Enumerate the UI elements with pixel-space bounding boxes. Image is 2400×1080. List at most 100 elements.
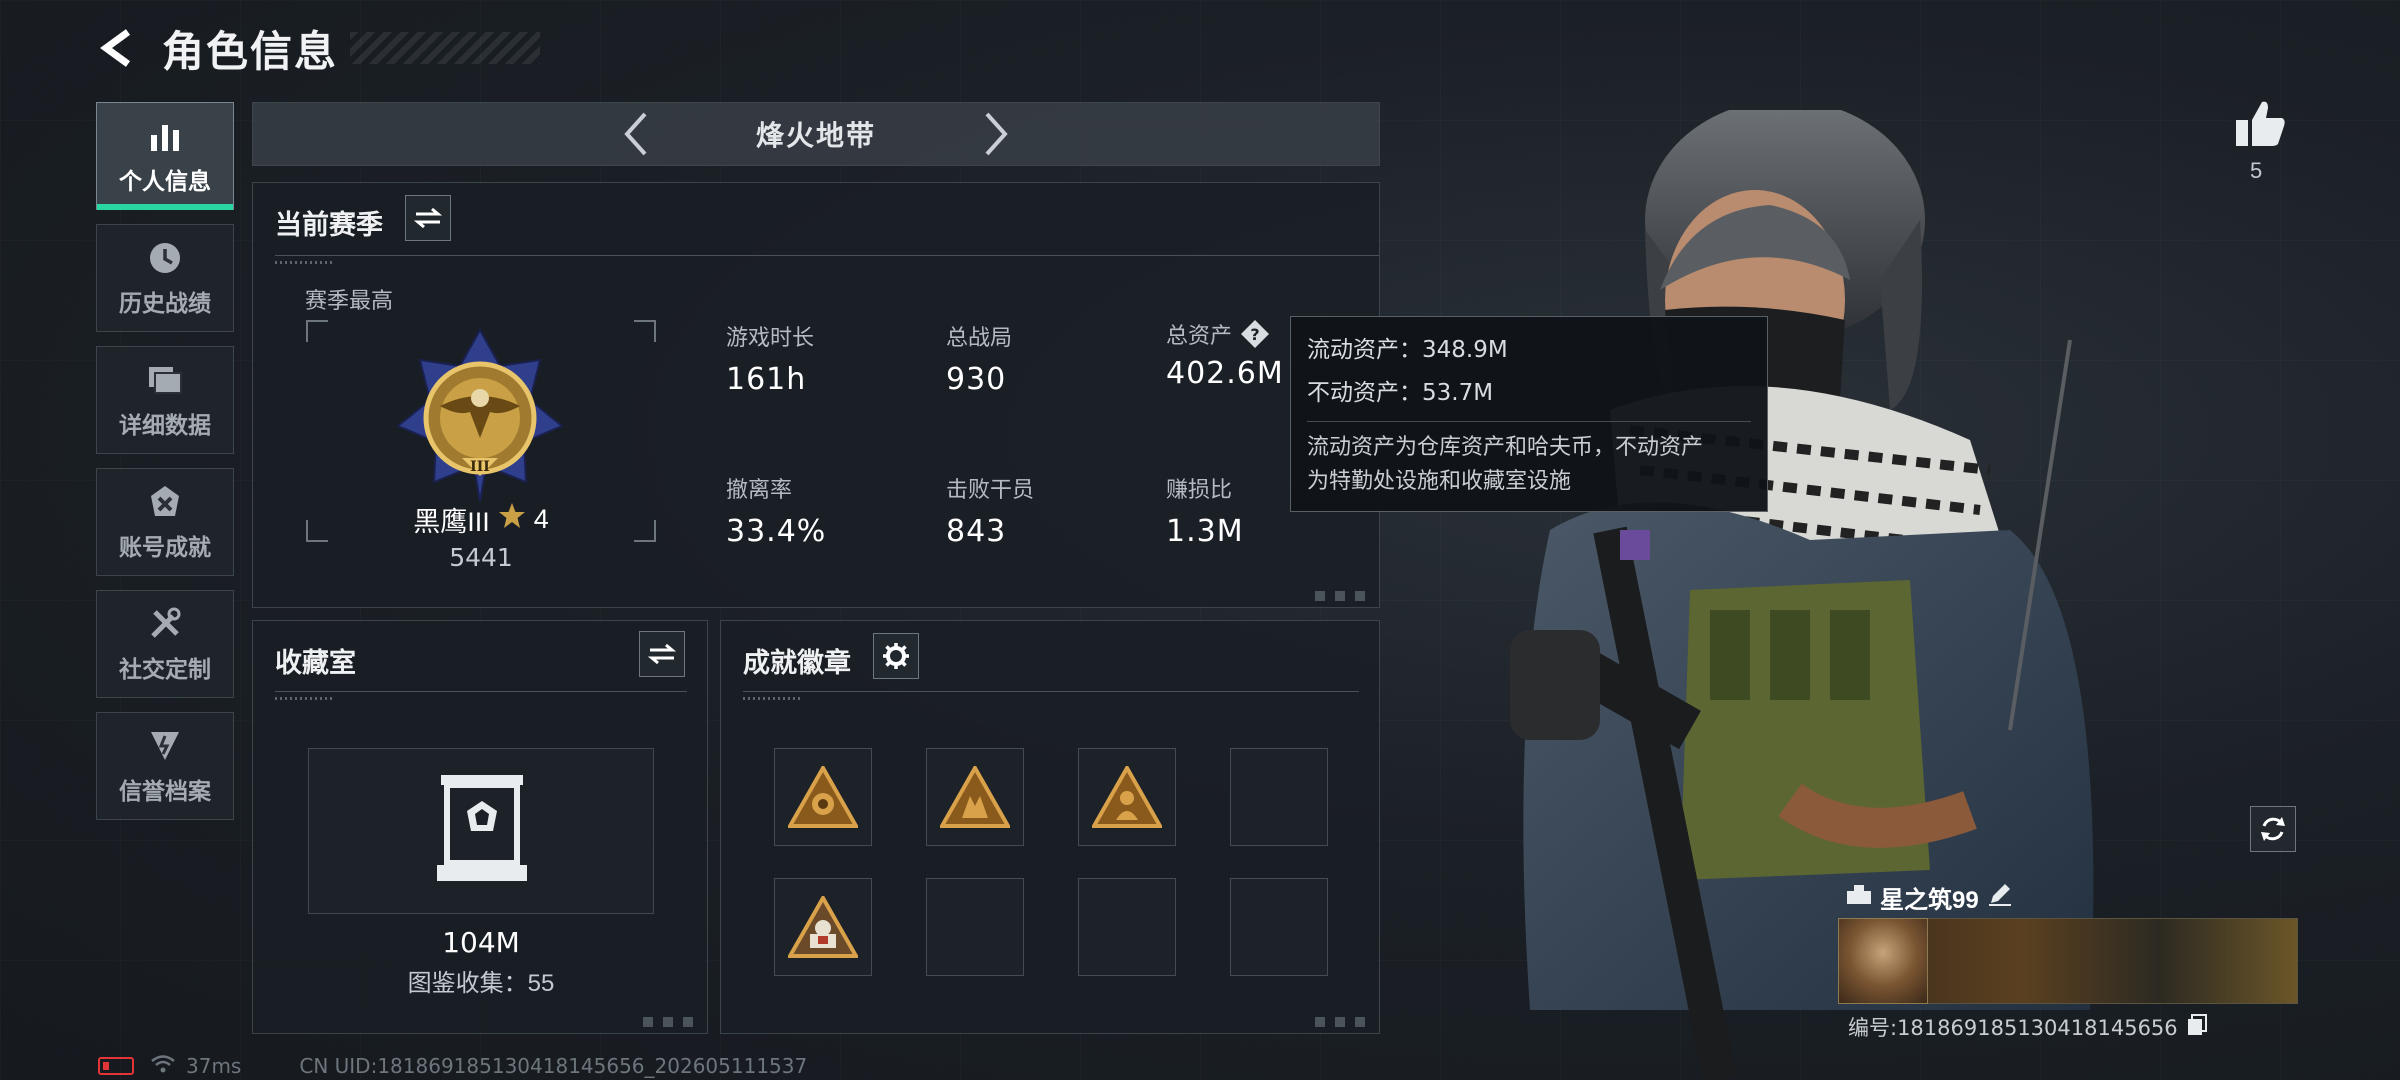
stat-value: 843 [946, 514, 1007, 549]
assets-tooltip: 流动资产：348.9M 不动资产：53.7M 流动资产为仓库资产和哈夫币，不动资… [1290, 316, 1768, 512]
stat-play-time: 游戏时长 161h [726, 320, 814, 397]
collection-title: 收藏室 [275, 648, 356, 678]
achievement-icon [145, 482, 185, 522]
stat-operators-defeated: 击败干员 843 [946, 472, 1034, 549]
shield-badge-icon [145, 726, 185, 766]
stat-value: 1.3M [1166, 514, 1244, 549]
badge-slot[interactable] [774, 878, 872, 976]
player-rank-icon [1846, 883, 1872, 912]
triangle-badge-icon [1092, 766, 1162, 828]
divider-tick [275, 261, 335, 264]
sidebar: 个人信息 历史战绩 详细数据 账号成就 社交定制 信誉档案 [96, 102, 234, 834]
rotate-icon [2261, 817, 2285, 841]
sidebar-item-detailed-data[interactable]: 详细数据 [96, 346, 234, 454]
svg-text:III: III [470, 459, 490, 475]
sidebar-item-reputation[interactable]: 信誉档案 [96, 712, 234, 820]
badge-slot-empty[interactable] [1230, 878, 1328, 976]
mode-selector: 烽火地带 [252, 102, 1380, 166]
swap-collection-button[interactable] [639, 631, 685, 677]
sidebar-item-personal-info[interactable]: 个人信息 [96, 102, 234, 210]
header: 角色信息 [96, 18, 541, 78]
page-title: 角色信息 [162, 27, 339, 75]
season-best-label: 赛季最高 [305, 288, 394, 313]
sidebar-item-achievements[interactable]: 账号成就 [96, 468, 234, 576]
swap-icon [648, 643, 676, 665]
player-avatar[interactable] [1838, 918, 1928, 1004]
badge-slot-empty[interactable] [1078, 878, 1176, 976]
bar-chart-icon [145, 116, 185, 156]
badge-slot[interactable] [926, 748, 1024, 846]
stat-profit-loss: 赚损比 1.3M [1166, 472, 1244, 549]
thumbs-up-icon[interactable] [2232, 96, 2288, 152]
tooltip-liquid-assets: 流动资产：348.9M [1307, 337, 1508, 363]
stat-label: 总资产 [1166, 323, 1233, 348]
stat-total-matches: 总战局 930 [946, 320, 1012, 397]
tooltip-description-line2: 为特勤处设施和收藏室设施 [1307, 468, 1572, 493]
display-case-icon [437, 775, 527, 890]
player-id-row: 编号:1818691851304181456​56 [1848, 1012, 2208, 1042]
wifi-icon [150, 1054, 176, 1079]
mode-name: 烽火地带 [755, 120, 876, 151]
history-clock-icon [145, 238, 185, 278]
rank-points: 5441 [449, 543, 513, 572]
triangle-badge-icon [940, 766, 1010, 828]
uid-text: CN UID:1818691851304181456​56_2026051115… [299, 1054, 808, 1078]
sidebar-item-label: 历史战绩 [119, 290, 211, 316]
corner-marks [1315, 1017, 1371, 1027]
battery-icon [98, 1057, 134, 1075]
collection-catalog: 图鉴收集：55 [407, 970, 555, 997]
rank-stars: 4 [533, 504, 549, 534]
player-name: 星之筑99 [1880, 887, 1979, 914]
badges-title: 成就徽章 [743, 648, 851, 678]
sidebar-item-history[interactable]: 历史战绩 [96, 224, 234, 332]
stat-value: 33.4% [726, 514, 827, 549]
sidebar-item-label: 信誉档案 [119, 778, 211, 804]
rank-name: 黑鹰III [413, 507, 490, 537]
badge-slot[interactable] [774, 748, 872, 846]
swap-icon [414, 207, 442, 229]
corner-marks [643, 1017, 699, 1027]
help-icon[interactable]: ? [1240, 319, 1270, 349]
badge-slot[interactable] [1078, 748, 1176, 846]
badges-settings-button[interactable] [873, 633, 919, 679]
folder-icon [145, 360, 185, 400]
status-footer: 37ms CN UID:1818691851304181456​56_20260… [98, 1054, 807, 1078]
collection-showcase[interactable] [308, 748, 654, 914]
stat-total-assets: 总资产 ? 402.6M [1166, 318, 1284, 391]
divider [743, 691, 1359, 692]
divider [275, 691, 687, 692]
collection-value: 104M [442, 926, 520, 959]
chevron-right-icon[interactable] [966, 104, 1026, 164]
gear-icon [883, 643, 909, 669]
tools-icon [145, 604, 185, 644]
chevron-left-icon[interactable] [606, 104, 666, 164]
rank-info: 黑鹰III 4 5441 [306, 500, 656, 572]
stat-extraction-rate: 撤离率 33.4% [726, 472, 826, 549]
sidebar-item-label: 账号成就 [119, 534, 211, 560]
divider [275, 255, 1379, 256]
like-count: 5 [2250, 158, 2263, 183]
ping-value: 37ms [186, 1054, 242, 1078]
player-id: 编号:1818691851304181456​56 [1848, 1016, 2178, 1040]
triangle-badge-icon [788, 896, 858, 958]
badge-slot-empty[interactable] [926, 878, 1024, 976]
sidebar-item-label: 详细数据 [119, 412, 211, 438]
edit-icon[interactable] [1987, 881, 2013, 914]
badge-slot-empty[interactable] [1230, 748, 1328, 846]
stat-label: 游戏时长 [726, 325, 815, 350]
swap-season-button[interactable] [405, 195, 451, 241]
rank-emblem-icon: III [390, 326, 570, 503]
sidebar-item-social-customize[interactable]: 社交定制 [96, 590, 234, 698]
stat-label: 撤离率 [726, 477, 793, 502]
corner-marks [1315, 591, 1371, 601]
rotate-character-button[interactable] [2250, 806, 2296, 852]
copy-icon[interactable] [2186, 1013, 2208, 1042]
star-icon [498, 502, 526, 537]
season-title: 当前赛季 [275, 210, 383, 240]
back-arrow-icon[interactable] [96, 26, 140, 70]
tooltip-description-line1: 流动资产为仓库资产和哈夫币，不动资产 [1307, 434, 1704, 459]
divider-tick [743, 697, 803, 700]
player-name-row: 星之筑99 [1846, 880, 2013, 915]
stat-label: 赚损比 [1166, 477, 1233, 502]
title-decoration [350, 32, 541, 64]
